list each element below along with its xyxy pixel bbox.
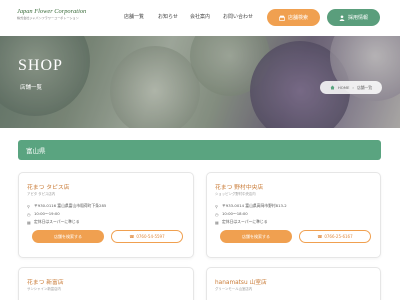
person-icon (339, 14, 345, 21)
store-name: 花まつ タピス店 (27, 185, 70, 191)
store-tel: 0760-54-5597 (136, 234, 165, 239)
pin-icon: ⚲ (27, 203, 30, 209)
store-location: ショッピング野村中央店内 (215, 192, 256, 196)
store-detail-button[interactable]: 店舗を検索する (32, 230, 104, 243)
logo-subtext: 株式会社ジャパンフラワーコーポレーション (17, 16, 79, 20)
clock-icon: ◷ (215, 211, 219, 217)
chevron-right-icon: › (352, 85, 354, 90)
store-hours-row: ◷ 10:00〜19:00 (27, 211, 60, 217)
nav-item-news[interactable]: お知らせ (158, 13, 178, 20)
nav-item-stores[interactable]: 店舗一覧 (124, 13, 144, 20)
clock-icon: ◷ (27, 211, 31, 217)
breadcrumb-current: 店舗一覧 (356, 84, 373, 90)
recruit-button[interactable]: 採用情報 (327, 9, 380, 26)
pin-icon: ⚲ (215, 203, 218, 209)
logo[interactable]: Japan Flower Corporation 株式会社ジャパンフラワーコーポ… (17, 7, 102, 29)
store-search-label: 店舗検索 (287, 15, 308, 21)
store-name: hanamatsu 山室店 (215, 280, 267, 286)
nav-item-company[interactable]: 会社案内 (190, 13, 210, 20)
store-location: グリーンモール山室店内 (215, 287, 253, 291)
site-header: Japan Flower Corporation 株式会社ジャパンフラワーコーポ… (0, 0, 400, 36)
recruit-label: 採用情報 (347, 15, 368, 21)
store-tel-button[interactable]: ☎ 0766-25-6167 (299, 230, 371, 243)
logo-text: Japan Flower Corporation (17, 8, 87, 15)
store-tel-button[interactable]: ☎ 0760-54-5597 (111, 230, 183, 243)
store-name: 花まつ 新富店 (27, 280, 64, 286)
store-icon (279, 15, 285, 21)
store-holiday: 定休日はスーパーに準じる (34, 219, 80, 224)
store-tel: 0766-25-6167 (324, 234, 353, 239)
store-hours-row: ◷ 10:00〜18:00 (215, 211, 248, 217)
region-title: 富山県 (26, 147, 46, 155)
page-title: SHOP (18, 57, 63, 74)
hero-banner: SHOP 店舗一覧 HOME › 店舗一覧 (0, 36, 400, 128)
store-holiday-row: ▦ 定休日はスーパーに準じる (215, 219, 268, 225)
home-icon (330, 85, 335, 90)
store-address: 〒930-0116 富山県富山市稲荷町下条285 (34, 203, 107, 208)
calendar-icon: ▦ (215, 219, 219, 225)
store-card: 花まつ 新富店 サンシャイン新富店内 (18, 267, 194, 300)
store-holiday-row: ▦ 定休日はスーパーに準じる (27, 219, 80, 225)
nav-item-contact[interactable]: お問い合わせ (223, 13, 253, 20)
breadcrumb-home[interactable]: HOME (338, 85, 350, 90)
store-address: 〒933-0014 富山県高岡市野村813-2 (222, 203, 287, 208)
page-subtitle: 店舗一覧 (20, 85, 43, 91)
store-detail-button[interactable]: 店舗を検索する (220, 230, 292, 243)
store-card: hanamatsu 山室店 グリーンモール山室店内 (206, 267, 381, 300)
store-address-row: ⚲ 〒930-0116 富山県富山市稲荷町下条285 (27, 203, 106, 209)
store-hours: 10:00〜19:00 (34, 211, 60, 216)
calendar-icon: ▦ (27, 219, 31, 225)
phone-icon: ☎ (317, 234, 323, 239)
store-address-row: ⚲ 〒933-0014 富山県高岡市野村813-2 (215, 203, 287, 209)
region-heading: 富山県 (18, 140, 381, 160)
store-holiday: 定休日はスーパーに準じる (222, 219, 268, 224)
store-card: 花まつ 野村中央店 ショッピング野村中央店内 ⚲ 〒933-0014 富山県高岡… (206, 172, 381, 258)
phone-icon: ☎ (129, 234, 135, 239)
store-location: アピタ タピス店内 (27, 192, 56, 196)
store-hours: 10:00〜18:00 (222, 211, 248, 216)
store-search-button[interactable]: 店舗検索 (267, 9, 320, 26)
store-location: サンシャイン新富店内 (27, 287, 61, 291)
breadcrumb: HOME › 店舗一覧 (320, 81, 382, 94)
store-name: 花まつ 野村中央店 (215, 185, 264, 191)
store-card: 花まつ タピス店 アピタ タピス店内 ⚲ 〒930-0116 富山県富山市稲荷町… (18, 172, 194, 258)
